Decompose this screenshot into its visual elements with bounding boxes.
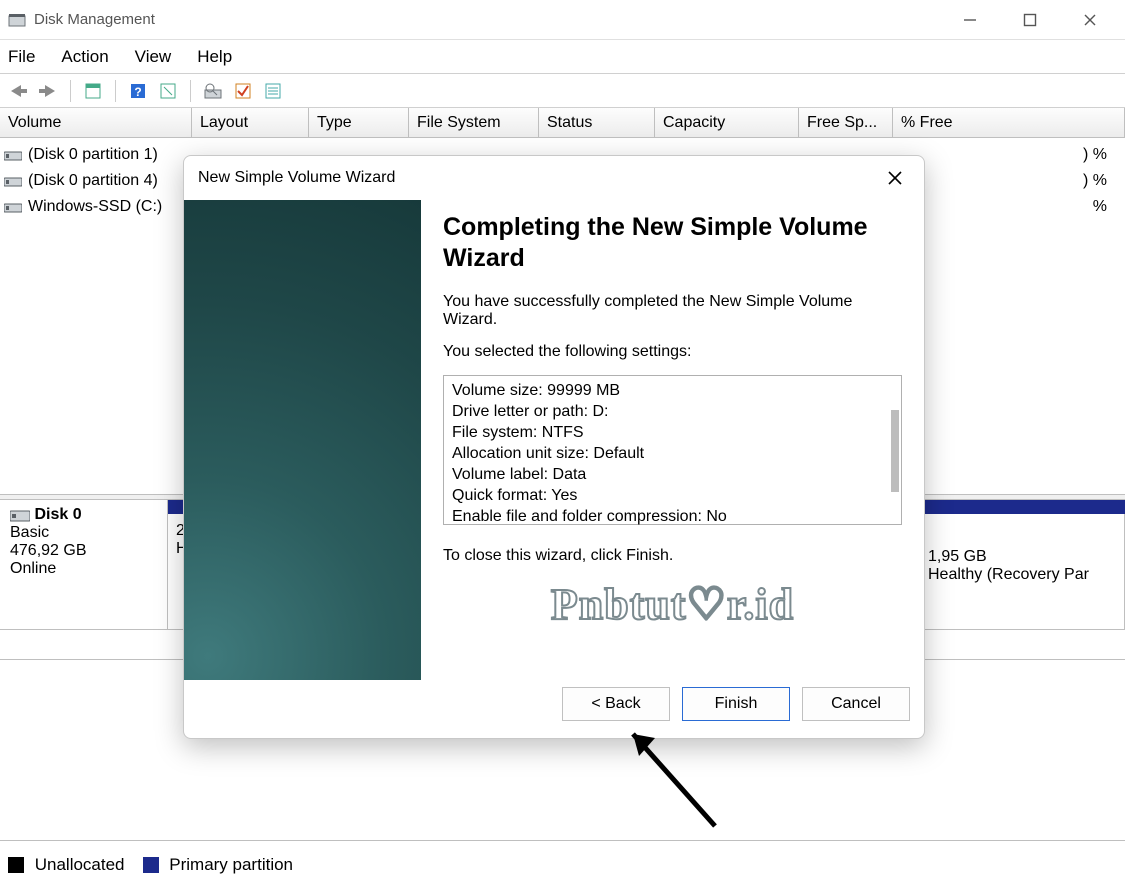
col-freespace[interactable]: Free Sp... [799,108,893,137]
check-button[interactable] [231,79,255,103]
col-filesystem[interactable]: File System [409,108,539,137]
legend-unallocated: Unallocated [8,855,125,875]
window-controls [953,3,1117,37]
scrollbar-thumb[interactable] [891,410,899,492]
menu-action[interactable]: Action [61,47,108,67]
menubar: File Action View Help [0,40,1125,74]
setting-line: Quick format: Yes [452,485,893,506]
disk-icon [10,507,30,523]
wizard-title: New Simple Volume Wizard [198,169,395,187]
forward-button[interactable] [36,79,60,103]
setting-line: Volume size: 99999 MB [452,380,893,401]
disk-info[interactable]: Disk 0 Basic 476,92 GB Online [0,500,168,629]
legend: Unallocated Primary partition [0,840,1125,888]
setting-line: Volume label: Data [452,464,893,485]
partition-status-hint: H [176,540,177,558]
partition-status: Healthy (Recovery Par [928,566,1116,584]
wizard-titlebar: New Simple Volume Wizard [184,156,924,200]
wizard-heading: Completing the New Simple Volume Wizard [443,212,902,275]
wizard-close-button[interactable] [880,163,910,193]
wizard-body: Completing the New Simple Volume Wizard … [184,200,924,680]
wizard-success-text: You have successfully completed the New … [443,293,902,329]
volume-pct: % [1093,198,1121,216]
legend-primary: Primary partition [143,855,294,875]
setting-line: Enable file and folder compression: No [452,506,893,527]
disk-size: 476,92 GB [10,542,157,560]
swatch-primary-icon [143,857,159,873]
setting-line: Allocation unit size: Default [452,443,893,464]
wizard-footer: < Back Finish Cancel [184,680,924,738]
legend-primary-label: Primary partition [169,855,293,874]
col-type[interactable]: Type [309,108,409,137]
wizard-settings-list[interactable]: Volume size: 99999 MB Drive letter or pa… [443,375,902,525]
maximize-button[interactable] [1013,3,1047,37]
annotation-arrow-icon [615,716,735,836]
partition-size: 1,95 GB [928,548,1116,566]
partition-size-hint: 2 [176,522,177,540]
col-status[interactable]: Status [539,108,655,137]
menu-file[interactable]: File [8,47,35,67]
watermark: Pnbtut♡r.id [443,579,902,630]
col-volume[interactable]: Volume [0,108,192,137]
properties-button[interactable] [81,79,105,103]
col-pctfree[interactable]: % Free [893,108,1125,137]
volume-name: (Disk 0 partition 4) [28,172,158,190]
volume-pct: ) % [1083,172,1121,190]
wizard-banner [184,200,421,680]
help-button[interactable]: ? [126,79,150,103]
toolbar-separator [115,80,116,102]
volume-name: (Disk 0 partition 1) [28,146,158,164]
rescan-button[interactable] [201,79,225,103]
legend-unallocated-label: Unallocated [35,855,125,874]
toolbar-separator [70,80,71,102]
volume-name: Windows-SSD (C:) [28,198,162,216]
list-button[interactable] [261,79,285,103]
disk-type: Basic [10,524,157,542]
setting-line: File system: NTFS [452,422,893,443]
column-headers: Volume Layout Type File System Status Ca… [0,108,1125,138]
col-layout[interactable]: Layout [192,108,309,137]
wizard-dialog: New Simple Volume Wizard Completing the … [183,155,925,739]
drive-icon [4,174,22,188]
window-title: Disk Management [34,11,155,28]
wizard-content: Completing the New Simple Volume Wizard … [421,200,924,680]
disk-name: Disk 0 [34,506,81,523]
volume-pct: ) % [1083,146,1121,164]
toolbar-separator [190,80,191,102]
minimize-button[interactable] [953,3,987,37]
toolbar: ? [0,74,1125,108]
app-icon [8,11,26,29]
menu-view[interactable]: View [135,47,172,67]
back-button[interactable] [6,79,30,103]
refresh-button[interactable] [156,79,180,103]
drive-icon [4,148,22,162]
wizard-close-hint: To close this wizard, click Finish. [443,547,902,565]
menu-help[interactable]: Help [197,47,232,67]
svg-text:?: ? [134,85,141,99]
col-capacity[interactable]: Capacity [655,108,799,137]
partition-cell[interactable]: 1,95 GB Healthy (Recovery Par [920,500,1125,629]
setting-line: Drive letter or path: D: [452,401,893,422]
close-button[interactable] [1073,3,1107,37]
wizard-selected-intro: You selected the following settings: [443,343,902,361]
titlebar: Disk Management [0,0,1125,40]
disk-status: Online [10,560,157,578]
drive-icon [4,200,22,214]
cancel-button[interactable]: Cancel [802,687,910,721]
swatch-unallocated-icon [8,857,24,873]
